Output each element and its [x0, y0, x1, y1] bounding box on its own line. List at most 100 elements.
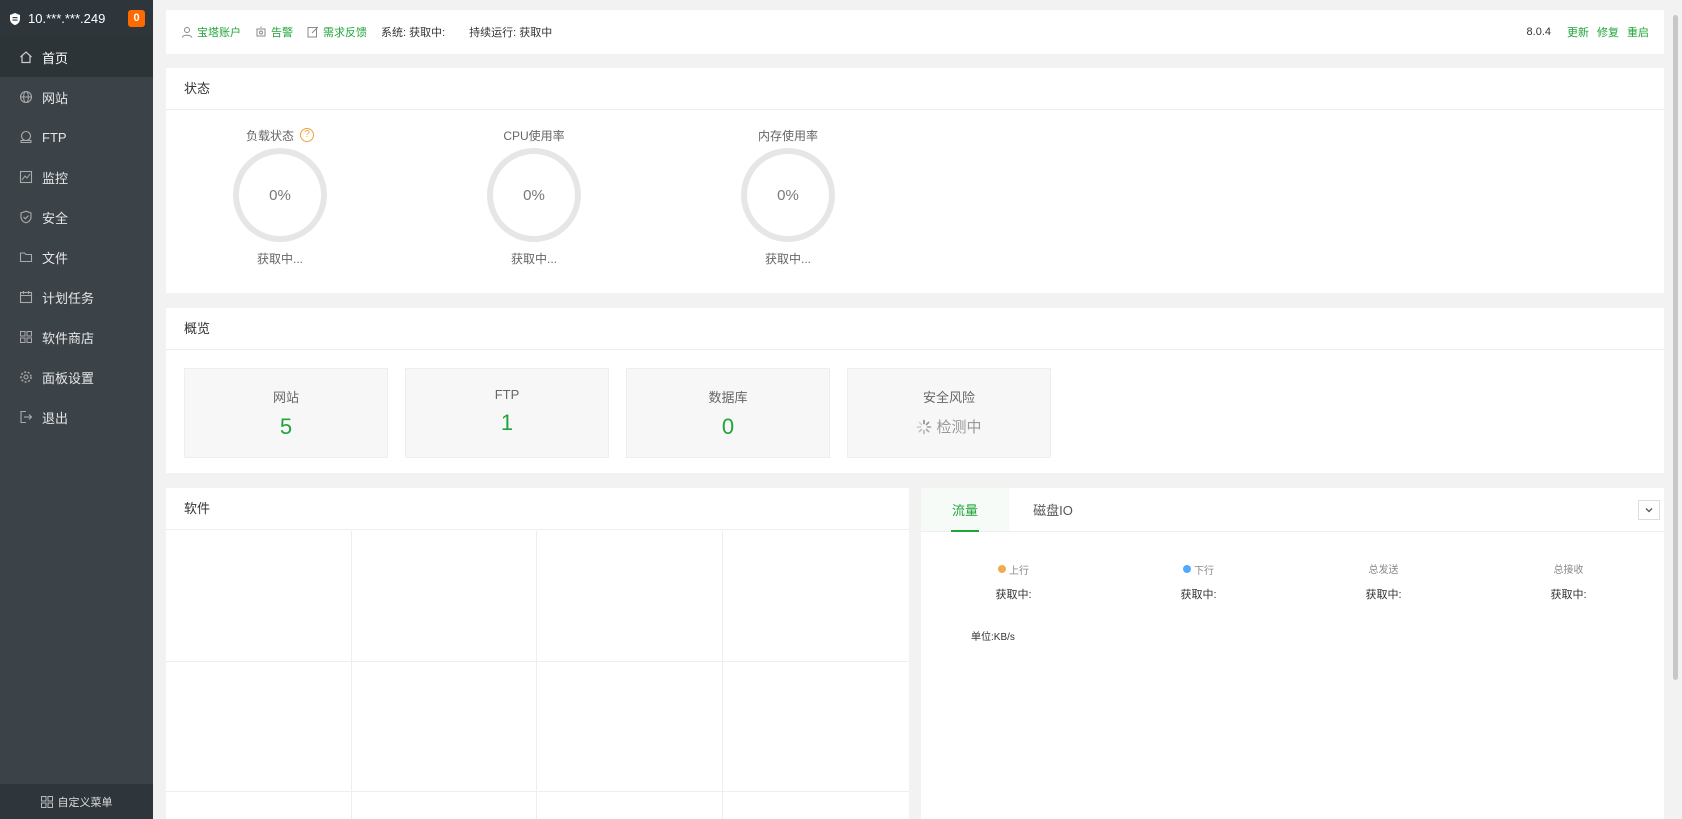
spinner-icon [917, 419, 932, 434]
sidebar-item-files[interactable]: 文件 [0, 237, 153, 277]
edit-icon [307, 26, 319, 38]
stat-total-received: 总接收 获取中: [1476, 560, 1661, 602]
account-link[interactable]: 宝塔账户 [181, 24, 241, 40]
overview-label: 安全风险 [922, 390, 975, 405]
overview-database[interactable]: 数据库 0 [626, 368, 830, 458]
gauge-label: CPU使用率 [503, 128, 565, 143]
memory-gauge[interactable]: 内存使用率 0% 获取中... [728, 126, 848, 267]
software-panel: 软件 [166, 488, 909, 819]
update-button[interactable]: 更新 [1567, 24, 1589, 40]
system-info: 系统: 获取中: [381, 27, 446, 39]
stat-label-wrap: 下行 [1183, 562, 1214, 577]
software-slot[interactable] [166, 662, 352, 792]
stat-value: 获取中: [1550, 589, 1587, 601]
layout-icon [40, 795, 53, 808]
sidebar: 10.***.***.249 0 首页 网站 FTP 监控 安全 文件 计划任务… [0, 0, 153, 819]
gauge-label: 内存使用率 [757, 128, 818, 143]
gauge-status: 获取中... [510, 252, 557, 266]
alert-link[interactable]: 告警 [255, 24, 293, 40]
software-slot[interactable] [166, 792, 352, 819]
home-icon [18, 49, 34, 65]
sidebar-item-cron[interactable]: 计划任务 [0, 277, 153, 317]
software-title: 软件 [166, 488, 909, 530]
overview-value: 检测中 [936, 419, 982, 436]
stat-value: 获取中: [1180, 589, 1217, 601]
bt-logo-icon [10, 12, 20, 25]
sidebar-item-logout[interactable]: 退出 [0, 397, 153, 437]
overview-checking: 检测中 [916, 416, 982, 437]
software-slot[interactable] [537, 662, 723, 792]
stat-value: 获取中: [1365, 589, 1402, 601]
version-actions: 8.0.4 更新 修复 重启 [1527, 24, 1649, 40]
gauge-ring: 0% [233, 148, 327, 242]
sidebar-item-label: 计划任务 [42, 290, 95, 306]
traffic-tabs: 流量 磁盘IO [921, 488, 1664, 532]
traffic-stats: 上行 获取中: 下行 获取中: 总发送 获取中: 总接收 获取中: [921, 560, 1664, 602]
software-slot[interactable] [723, 792, 909, 819]
gauge-status: 获取中... [256, 252, 303, 266]
calendar-icon [18, 289, 34, 305]
overview-label: 数据库 [708, 390, 748, 405]
overview-websites[interactable]: 网站 5 [184, 368, 388, 458]
traffic-panel: 流量 磁盘IO 上行 获取中: 下行 获取中: 总发送 获取中: 总接收 获取中… [921, 488, 1664, 819]
overview-ftp[interactable]: FTP 1 [405, 368, 609, 458]
globe-icon [18, 89, 34, 105]
stat-label: 上行 [1009, 565, 1029, 577]
stat-label: 总接收 [1553, 565, 1584, 576]
overview-label: FTP [494, 387, 520, 402]
page-scrollbar[interactable] [1673, 15, 1678, 680]
chevron-down-icon [1645, 508, 1653, 513]
overview-title: 概览 [166, 308, 1664, 350]
top-bar: 宝塔账户 告警 需求反馈 系统: 获取中: 持续运行: 获取中 8.0.4 更新… [166, 10, 1664, 54]
gauge-ring: 0% [487, 148, 581, 242]
uptime-info: 持续运行: 获取中 [469, 27, 553, 39]
monitor-icon [18, 169, 34, 185]
repair-button[interactable]: 修复 [1597, 24, 1619, 40]
sidebar-item-label: 网站 [42, 90, 69, 106]
gear-icon [18, 369, 34, 385]
sidebar-item-home[interactable]: 首页 [0, 37, 153, 77]
sidebar-item-ftp[interactable]: FTP [0, 117, 153, 157]
user-icon [182, 27, 192, 38]
software-slot[interactable] [352, 792, 537, 819]
sidebar-item-settings[interactable]: 面板设置 [0, 357, 153, 397]
sidebar-item-label: FTP [42, 129, 67, 145]
sidebar-item-website[interactable]: 网站 [0, 77, 153, 117]
alarm-icon [256, 26, 266, 37]
alert-label: 告警 [271, 27, 293, 39]
cpu-gauge[interactable]: CPU使用率 0% 获取中... [474, 126, 594, 267]
account-label: 宝塔账户 [197, 27, 241, 39]
software-slot[interactable] [537, 531, 723, 662]
logout-icon [18, 409, 34, 425]
feedback-link[interactable]: 需求反馈 [307, 24, 367, 40]
overview-value: 5 [279, 414, 293, 439]
legend-dot [1183, 565, 1191, 573]
software-slot[interactable] [537, 792, 723, 819]
overview-value: 1 [500, 410, 514, 435]
sidebar-item-label: 安全 [42, 210, 69, 226]
software-slot[interactable] [352, 662, 537, 792]
ftp-icon [18, 129, 34, 145]
software-slot[interactable] [723, 531, 909, 662]
overview-panel: 概览 网站 5 FTP 1 数据库 0 安全风险 检测中 [166, 308, 1664, 473]
sidebar-item-store[interactable]: 软件商店 [0, 317, 153, 357]
tab-traffic[interactable]: 流量 [921, 488, 1009, 532]
sidebar-item-monitor[interactable]: 监控 [0, 157, 153, 197]
help-icon[interactable]: ? [300, 128, 314, 142]
stat-label-wrap: 上行 [998, 562, 1029, 577]
sidebar-item-security[interactable]: 安全 [0, 197, 153, 237]
restart-button[interactable]: 重启 [1627, 24, 1649, 40]
server-header[interactable]: 10.***.***.249 0 [0, 0, 153, 37]
network-select-dropdown[interactable] [1638, 500, 1660, 520]
load-gauge[interactable]: 负载状态 ? 0% 获取中... [220, 126, 340, 267]
notification-badge[interactable]: 0 [128, 10, 145, 27]
custom-menu-button[interactable]: 自定义菜单 [0, 784, 153, 819]
software-slot[interactable] [352, 531, 537, 662]
gauge-label: 负载状态 [245, 128, 294, 143]
tab-disk-io[interactable]: 磁盘IO [1009, 488, 1097, 531]
feedback-label: 需求反馈 [323, 27, 367, 39]
stat-upstream: 上行 获取中: [921, 560, 1106, 602]
overview-security-risk[interactable]: 安全风险 检测中 [847, 368, 1051, 458]
software-slot[interactable] [723, 662, 909, 792]
software-slot[interactable] [166, 531, 352, 662]
